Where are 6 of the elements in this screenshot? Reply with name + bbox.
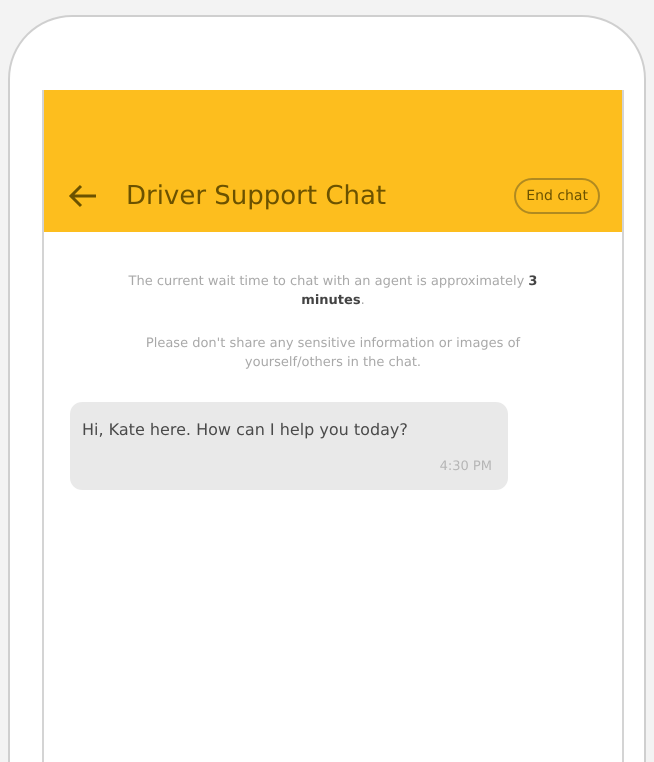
notice-text: Please don't share any sensitive information or images of yourself/others in the chat. — [144, 335, 522, 372]
message-text: Hi, Kate here. How can I help you today? — [82, 420, 409, 439]
back-arrow-icon[interactable] — [68, 184, 98, 208]
notice-text: The current wait time to chat with an agent is approximately 3 minutes. — [128, 273, 538, 310]
end-chat-button[interactable]: End chat — [514, 178, 600, 214]
chat-title: Driver Support Chat — [126, 181, 388, 211]
